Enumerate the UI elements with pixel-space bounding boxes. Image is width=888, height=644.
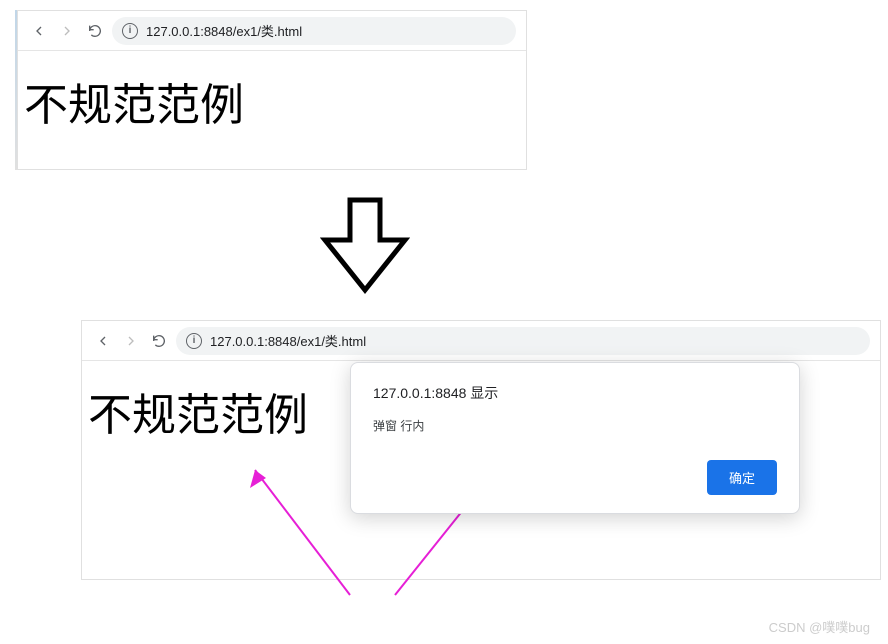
reload-button[interactable]	[84, 20, 106, 42]
browser-toolbar: i 127.0.0.1:8848/ex1/类.html	[18, 11, 526, 51]
page-content: 不规范范例	[18, 51, 526, 151]
back-button[interactable]	[28, 20, 50, 42]
down-arrow-icon	[320, 195, 410, 295]
alert-dialog: 127.0.0.1:8848 显示 弹窗 行内 确定	[350, 362, 800, 514]
url-text: 127.0.0.1:8848/ex1/类.html	[146, 21, 302, 40]
watermark: CSDN @噗噗bug	[769, 617, 870, 636]
address-bar[interactable]: i 127.0.0.1:8848/ex1/类.html	[176, 327, 870, 355]
arrow-left-icon	[95, 333, 111, 349]
arrow-left-icon	[31, 23, 47, 39]
forward-button[interactable]	[56, 20, 78, 42]
reload-icon	[151, 333, 167, 349]
browser-toolbar: i 127.0.0.1:8848/ex1/类.html	[82, 321, 880, 361]
forward-button[interactable]	[120, 330, 142, 352]
address-bar[interactable]: i 127.0.0.1:8848/ex1/类.html	[112, 17, 516, 45]
reload-icon	[87, 23, 103, 39]
back-button[interactable]	[92, 330, 114, 352]
alert-ok-button[interactable]: 确定	[707, 460, 777, 495]
alert-title: 127.0.0.1:8848 显示	[373, 383, 777, 403]
page-heading: 不规范范例	[24, 69, 520, 133]
site-info-icon[interactable]: i	[186, 333, 202, 349]
alert-message: 弹窗 行内	[373, 417, 777, 434]
url-text: 127.0.0.1:8848/ex1/类.html	[210, 331, 366, 350]
reload-button[interactable]	[148, 330, 170, 352]
arrow-right-icon	[59, 23, 75, 39]
annotation-arrow-icon	[240, 460, 360, 600]
alert-actions: 确定	[373, 460, 777, 495]
site-info-icon[interactable]: i	[122, 23, 138, 39]
browser-window-before: i 127.0.0.1:8848/ex1/类.html 不规范范例	[17, 10, 527, 170]
arrow-right-icon	[123, 333, 139, 349]
